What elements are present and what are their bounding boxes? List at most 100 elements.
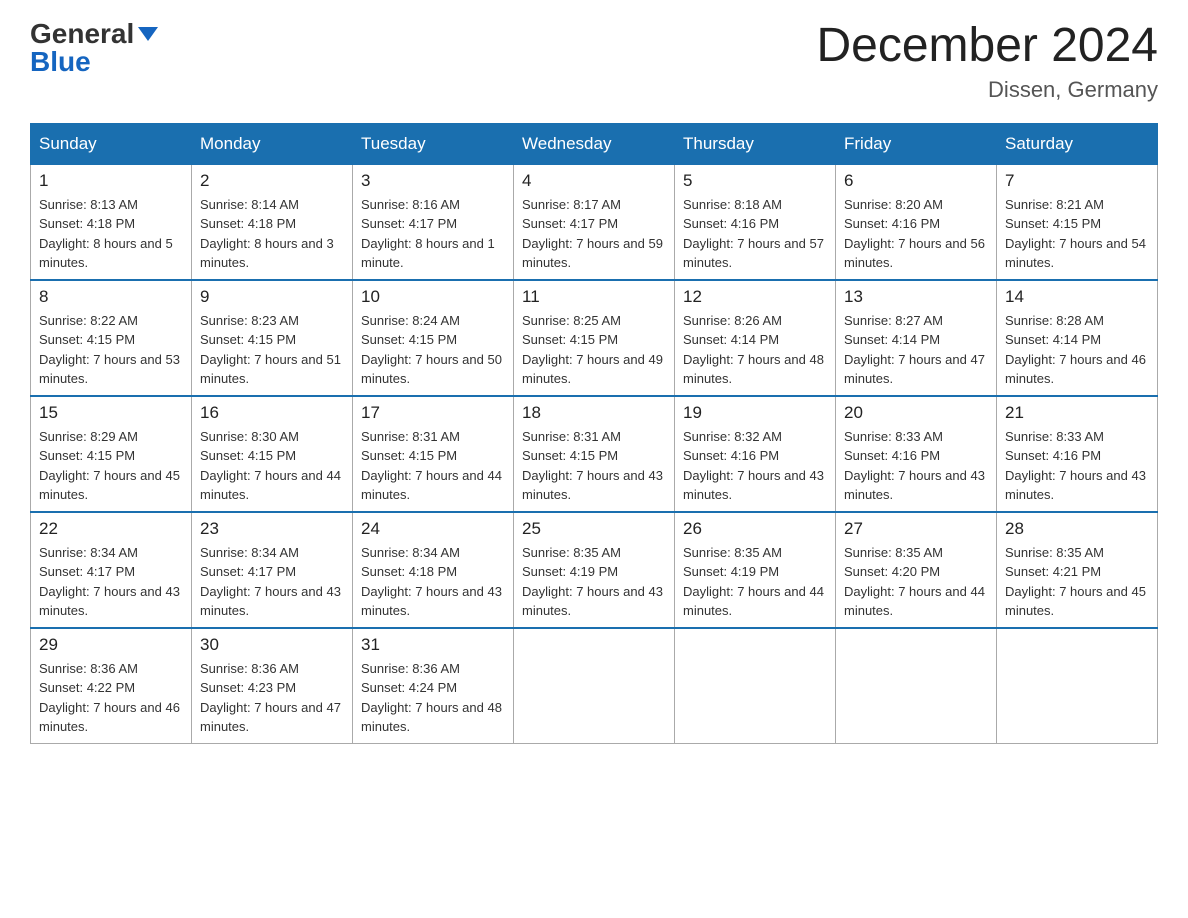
calendar-title: December 2024 (816, 20, 1158, 73)
day-info: Sunrise: 8:21 AMSunset: 4:15 PMDaylight:… (1005, 195, 1149, 273)
day-info: Sunrise: 8:23 AMSunset: 4:15 PMDaylight:… (200, 311, 344, 389)
day-number: 20 (844, 403, 988, 423)
calendar-cell: 4Sunrise: 8:17 AMSunset: 4:17 PMDaylight… (514, 164, 675, 280)
day-info: Sunrise: 8:35 AMSunset: 4:20 PMDaylight:… (844, 543, 988, 621)
day-number: 3 (361, 171, 505, 191)
day-number: 17 (361, 403, 505, 423)
calendar-cell: 10 Sunrise: 8:24 AMSunset: 4:15 PMDayligh… (353, 280, 514, 396)
day-number: 30 (200, 635, 344, 655)
calendar-cell: 21 Sunrise: 8:33 AMSunset: 4:16 PMDayligh… (997, 396, 1158, 512)
day-number: 5 (683, 171, 827, 191)
day-info: Sunrise: 8:35 AMSunset: 4:19 PMDaylight:… (522, 543, 666, 621)
day-info: Sunrise: 8:32 AMSunset: 4:16 PMDaylight:… (683, 427, 827, 505)
calendar-cell: 8 Sunrise: 8:22 AMSunset: 4:15 PMDaylight… (31, 280, 192, 396)
calendar-cell: 20 Sunrise: 8:33 AMSunset: 4:16 PMDayligh… (836, 396, 997, 512)
day-info: Sunrise: 8:28 AMSunset: 4:14 PMDaylight:… (1005, 311, 1149, 389)
title-section: December 2024 Dissen, Germany (816, 20, 1158, 103)
day-info: Sunrise: 8:22 AMSunset: 4:15 PMDaylight:… (39, 311, 183, 389)
header-monday: Monday (192, 123, 353, 164)
day-info: Sunrise: 8:35 AMSunset: 4:21 PMDaylight:… (1005, 543, 1149, 621)
day-info: Sunrise: 8:34 AMSunset: 4:17 PMDaylight:… (200, 543, 344, 621)
day-number: 8 (39, 287, 183, 307)
day-number: 10 (361, 287, 505, 307)
day-number: 24 (361, 519, 505, 539)
day-number: 7 (1005, 171, 1149, 191)
calendar-cell: 3Sunrise: 8:16 AMSunset: 4:17 PMDaylight… (353, 164, 514, 280)
day-number: 15 (39, 403, 183, 423)
calendar-cell: 30 Sunrise: 8:36 AMSunset: 4:23 PMDayligh… (192, 628, 353, 744)
logo-general: General (30, 20, 134, 48)
day-info: Sunrise: 8:25 AMSunset: 4:15 PMDaylight:… (522, 311, 666, 389)
day-number: 31 (361, 635, 505, 655)
calendar-cell: 16Sunrise: 8:30 AMSunset: 4:15 PMDayligh… (192, 396, 353, 512)
calendar-week-row: 1 Sunrise: 8:13 AMSunset: 4:18 PMDaylight… (31, 164, 1158, 280)
day-number: 25 (522, 519, 666, 539)
calendar-cell (514, 628, 675, 744)
day-info: Sunrise: 8:36 AMSunset: 4:24 PMDaylight:… (361, 659, 505, 737)
day-number: 6 (844, 171, 988, 191)
day-info: Sunrise: 8:33 AMSunset: 4:16 PMDaylight:… (844, 427, 988, 505)
calendar-cell: 6 Sunrise: 8:20 AMSunset: 4:16 PMDaylight… (836, 164, 997, 280)
calendar-subtitle: Dissen, Germany (816, 77, 1158, 103)
calendar-cell: 31 Sunrise: 8:36 AMSunset: 4:24 PMDayligh… (353, 628, 514, 744)
day-number: 19 (683, 403, 827, 423)
day-number: 22 (39, 519, 183, 539)
logo-blue: Blue (30, 48, 91, 76)
header-wednesday: Wednesday (514, 123, 675, 164)
header-sunday: Sunday (31, 123, 192, 164)
day-number: 4 (522, 171, 666, 191)
day-number: 9 (200, 287, 344, 307)
day-number: 21 (1005, 403, 1149, 423)
day-info: Sunrise: 8:14 AMSunset: 4:18 PMDaylight:… (200, 195, 344, 273)
day-info: Sunrise: 8:34 AMSunset: 4:17 PMDaylight:… (39, 543, 183, 621)
day-number: 16 (200, 403, 344, 423)
day-info: Sunrise: 8:24 AMSunset: 4:15 PMDaylight:… (361, 311, 505, 389)
day-info: Sunrise: 8:31 AMSunset: 4:15 PMDaylight:… (522, 427, 666, 505)
calendar-cell: 28Sunrise: 8:35 AMSunset: 4:21 PMDayligh… (997, 512, 1158, 628)
day-number: 27 (844, 519, 988, 539)
day-number: 23 (200, 519, 344, 539)
day-info: Sunrise: 8:29 AMSunset: 4:15 PMDaylight:… (39, 427, 183, 505)
calendar-cell: 17 Sunrise: 8:31 AMSunset: 4:15 PMDayligh… (353, 396, 514, 512)
calendar-cell: 26Sunrise: 8:35 AMSunset: 4:19 PMDayligh… (675, 512, 836, 628)
calendar-header-row: SundayMondayTuesdayWednesdayThursdayFrid… (31, 123, 1158, 164)
calendar-cell: 9 Sunrise: 8:23 AMSunset: 4:15 PMDaylight… (192, 280, 353, 396)
header-tuesday: Tuesday (353, 123, 514, 164)
calendar-week-row: 29 Sunrise: 8:36 AMSunset: 4:22 PMDayligh… (31, 628, 1158, 744)
logo: General Blue (30, 20, 158, 76)
calendar-cell: 5Sunrise: 8:18 AMSunset: 4:16 PMDaylight… (675, 164, 836, 280)
calendar-cell (836, 628, 997, 744)
calendar-cell: 7 Sunrise: 8:21 AMSunset: 4:15 PMDaylight… (997, 164, 1158, 280)
calendar-cell: 23 Sunrise: 8:34 AMSunset: 4:17 PMDayligh… (192, 512, 353, 628)
calendar-cell: 13 Sunrise: 8:27 AMSunset: 4:14 PMDayligh… (836, 280, 997, 396)
day-info: Sunrise: 8:27 AMSunset: 4:14 PMDaylight:… (844, 311, 988, 389)
calendar-cell: 22 Sunrise: 8:34 AMSunset: 4:17 PMDayligh… (31, 512, 192, 628)
calendar-table: SundayMondayTuesdayWednesdayThursdayFrid… (30, 123, 1158, 744)
day-number: 29 (39, 635, 183, 655)
calendar-cell: 11Sunrise: 8:25 AMSunset: 4:15 PMDayligh… (514, 280, 675, 396)
day-number: 26 (683, 519, 827, 539)
calendar-cell: 2Sunrise: 8:14 AMSunset: 4:18 PMDaylight… (192, 164, 353, 280)
day-number: 18 (522, 403, 666, 423)
header-friday: Friday (836, 123, 997, 164)
day-number: 13 (844, 287, 988, 307)
calendar-cell: 18 Sunrise: 8:31 AMSunset: 4:15 PMDayligh… (514, 396, 675, 512)
logo-triangle-icon (138, 27, 158, 41)
calendar-cell (997, 628, 1158, 744)
calendar-cell: 14 Sunrise: 8:28 AMSunset: 4:14 PMDayligh… (997, 280, 1158, 396)
day-number: 14 (1005, 287, 1149, 307)
day-info: Sunrise: 8:33 AMSunset: 4:16 PMDaylight:… (1005, 427, 1149, 505)
calendar-cell: 15 Sunrise: 8:29 AMSunset: 4:15 PMDayligh… (31, 396, 192, 512)
calendar-cell: 25 Sunrise: 8:35 AMSunset: 4:19 PMDayligh… (514, 512, 675, 628)
day-info: Sunrise: 8:13 AMSunset: 4:18 PMDaylight:… (39, 195, 183, 273)
day-info: Sunrise: 8:36 AMSunset: 4:23 PMDaylight:… (200, 659, 344, 737)
calendar-week-row: 22 Sunrise: 8:34 AMSunset: 4:17 PMDayligh… (31, 512, 1158, 628)
calendar-cell: 29 Sunrise: 8:36 AMSunset: 4:22 PMDayligh… (31, 628, 192, 744)
calendar-cell: 24Sunrise: 8:34 AMSunset: 4:18 PMDayligh… (353, 512, 514, 628)
day-number: 1 (39, 171, 183, 191)
calendar-cell: 1 Sunrise: 8:13 AMSunset: 4:18 PMDaylight… (31, 164, 192, 280)
day-info: Sunrise: 8:20 AMSunset: 4:16 PMDaylight:… (844, 195, 988, 273)
day-info: Sunrise: 8:31 AMSunset: 4:15 PMDaylight:… (361, 427, 505, 505)
calendar-cell: 12Sunrise: 8:26 AMSunset: 4:14 PMDayligh… (675, 280, 836, 396)
day-info: Sunrise: 8:36 AMSunset: 4:22 PMDaylight:… (39, 659, 183, 737)
